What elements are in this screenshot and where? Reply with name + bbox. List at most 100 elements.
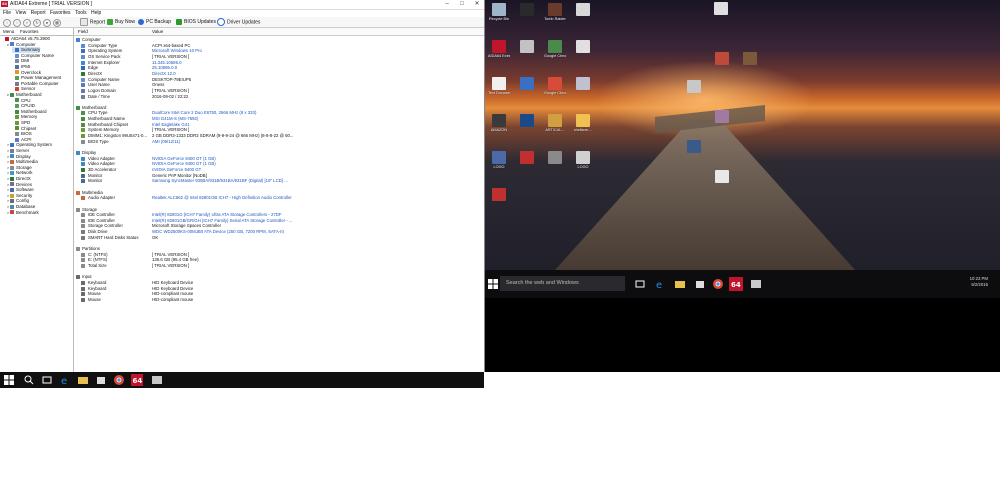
tree-item-icon [10, 176, 14, 181]
desktop-shortcut[interactable] [516, 40, 538, 54]
row-icon [81, 297, 85, 302]
tree-item-label: Storage [16, 164, 32, 170]
column-field[interactable]: Field [78, 28, 88, 35]
tree-item-label: BIOS [21, 131, 32, 137]
detail-row[interactable]: Audio Adapter Realtek ALC662 @ Intel 8280… [74, 195, 484, 201]
chart-icon[interactable]: ▩ [53, 19, 61, 27]
desktop-shortcut[interactable] [711, 170, 733, 184]
menu-view[interactable]: View [15, 9, 26, 17]
desktop-shortcut[interactable] [488, 188, 510, 202]
store-icon[interactable] [96, 375, 106, 385]
desktop-shortcut[interactable] [516, 114, 538, 128]
search-icon[interactable] [24, 375, 34, 385]
menu-report[interactable]: Report [31, 9, 46, 17]
desktop-shortcut[interactable] [516, 151, 538, 165]
file-explorer-icon[interactable] [78, 375, 88, 385]
desktop-shortcut[interactable]: AMAZON [488, 114, 510, 132]
maximize-button[interactable]: □ [455, 0, 469, 9]
detail-row[interactable]: BIOS Type AMI (09/12/11) [74, 139, 484, 145]
close-button[interactable]: ✕ [470, 0, 484, 9]
chrome-icon[interactable] [114, 375, 124, 385]
aida64-taskbar-icon[interactable]: 64 [729, 277, 743, 291]
desktop-shortcut[interactable]: Text Document [488, 77, 510, 95]
driver-updates-button[interactable]: Driver Updates [217, 18, 260, 26]
desktop-shortcut[interactable]: Tomb Raider [544, 3, 566, 21]
tree-item-icon [10, 42, 14, 47]
store-icon[interactable] [695, 279, 705, 289]
search-input[interactable]: Search the web and Windows [500, 276, 625, 291]
system-clock[interactable]: 10:23 PM 9/2/2016 [970, 276, 988, 287]
menu-favorites[interactable]: Favorites [50, 9, 71, 17]
refresh-icon[interactable]: ↻ [33, 19, 41, 27]
tree-item-label: CPU [21, 97, 31, 103]
tree-item-icon [15, 132, 19, 136]
paint-icon[interactable] [751, 279, 761, 289]
desktop-shortcut[interactable]: chellane-... [572, 114, 594, 132]
pc-backup-button[interactable]: PC Backup [138, 18, 171, 26]
shortcut-icon [548, 3, 562, 16]
minimize-button[interactable]: – [440, 0, 454, 9]
desktop-shortcut[interactable]: Google Chrome [544, 77, 566, 95]
value-link[interactable]: AMI (09/12/11) [152, 139, 180, 145]
desktop-shortcut[interactable]: LOGO [488, 151, 510, 169]
detail-row[interactable]: Monitor Samsung SyncMaster 930BA/931B/931… [74, 178, 484, 184]
desktop-shortcut[interactable] [572, 40, 594, 54]
tree-item-label: SPD [21, 120, 31, 125]
detail-row[interactable]: Total Size [ TRIAL VERSION ] [74, 263, 484, 269]
user-icon[interactable]: ● [43, 19, 51, 27]
desktop-shortcut[interactable] [572, 77, 594, 91]
tree-item[interactable]: > Benchmark [7, 210, 39, 216]
shortcut-icon [743, 52, 757, 65]
task-view-icon[interactable] [42, 375, 52, 385]
desktop-shortcut[interactable]: ARTICUL... [544, 114, 566, 132]
desktop-shortcut[interactable]: LOGO [572, 151, 594, 169]
chrome-icon[interactable] [713, 279, 723, 289]
desktop-shortcut[interactable] [516, 3, 538, 17]
desktop-shortcut[interactable] [710, 2, 732, 16]
back-icon[interactable]: ‹ [3, 19, 11, 27]
value-link[interactable]: Realtek ALC662 @ Intel 82801GB ICH7 - Hi… [152, 195, 292, 201]
edge-icon[interactable]: e [60, 375, 70, 387]
desktop-shortcut[interactable] [711, 52, 733, 66]
desktop-shortcut[interactable] [544, 151, 566, 165]
desktop-shortcut[interactable] [516, 77, 538, 91]
tab-menu[interactable]: Menu [3, 28, 14, 35]
desktop-shortcut[interactable]: Recycle Bin [488, 3, 510, 21]
file-explorer-icon[interactable] [675, 279, 685, 289]
detail-row[interactable]: Mouse HID-compliant mouse [74, 297, 484, 303]
detail-row[interactable]: Date / Time 2016-09-02 / 22:22 [74, 94, 484, 100]
bios-updates-button[interactable]: BIOS Updates [176, 18, 216, 26]
buy-now-button[interactable]: Buy Now [107, 18, 135, 26]
start-icon[interactable] [4, 375, 14, 385]
edge-icon[interactable]: e [655, 279, 665, 291]
desktop-shortcut[interactable] [739, 52, 761, 66]
menu-help[interactable]: Help [91, 9, 101, 17]
desktop-shortcut[interactable] [572, 3, 594, 17]
forward-icon[interactable]: › [13, 19, 21, 27]
shortcut-icon [715, 52, 729, 65]
desktop-shortcut[interactable]: AIDA64 Extreme [488, 40, 510, 58]
row-icon [81, 66, 85, 71]
tab-favorites[interactable]: Favorites [20, 28, 39, 35]
shortcut-label: Text Document [488, 91, 510, 95]
row-icon [76, 105, 80, 110]
column-value[interactable]: Value [152, 28, 163, 35]
value-link[interactable]: Samsung SyncMaster 930BA/931B/931BA/931B… [152, 178, 288, 184]
report-button[interactable]: Report [80, 18, 105, 26]
desktop-shortcut[interactable] [683, 80, 705, 94]
desktop-shortcut[interactable]: Google Chrome [544, 40, 566, 58]
paint-icon[interactable] [152, 375, 162, 385]
menu-tools[interactable]: Tools [75, 9, 87, 17]
tree-item-label: AIDA64 v5.75.3900 [11, 36, 51, 41]
task-view-icon[interactable] [635, 279, 645, 289]
up-icon[interactable]: ˄ [23, 19, 31, 27]
detail-row[interactable]: SMART Hard Disks Status OK [74, 235, 484, 241]
shortcut-label: LOGO [493, 165, 505, 169]
aida64-taskbar-icon[interactable]: 64 [131, 374, 143, 386]
tree-item-icon [15, 59, 19, 64]
menu-file[interactable]: File [3, 9, 11, 17]
start-icon[interactable] [488, 279, 498, 289]
desktop-shortcut[interactable] [711, 110, 733, 124]
tree-item-label: Chipset [21, 125, 37, 131]
desktop-shortcut[interactable] [683, 140, 705, 154]
